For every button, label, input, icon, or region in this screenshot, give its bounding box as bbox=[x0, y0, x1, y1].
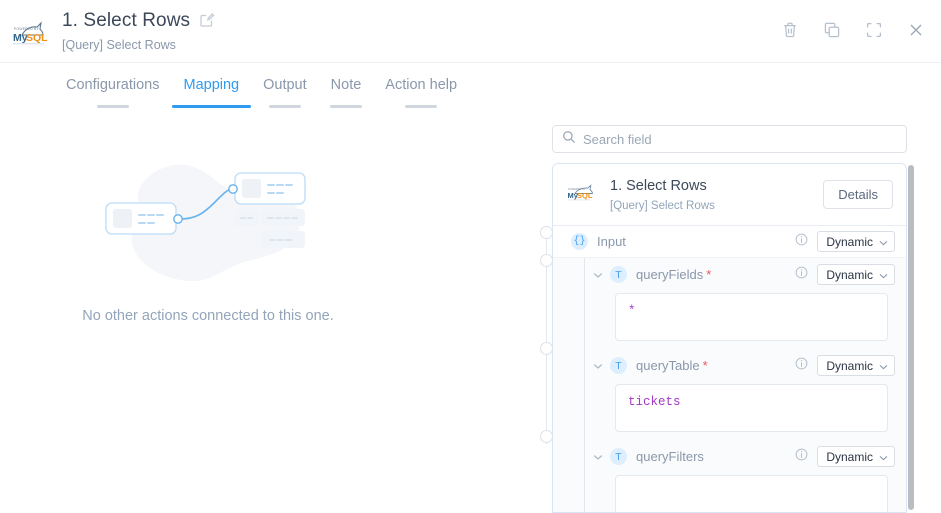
tab-label: Configurations bbox=[66, 77, 160, 93]
field-value-editor[interactable]: * bbox=[615, 293, 888, 341]
svg-text:POWERED BY: POWERED BY bbox=[14, 27, 40, 31]
tab-label: Mapping bbox=[183, 77, 240, 93]
field-value-editor[interactable] bbox=[615, 475, 888, 512]
delete-button[interactable] bbox=[779, 19, 801, 41]
chevron-down-icon[interactable] bbox=[593, 357, 603, 375]
title-block: 1. Select Rows [Query] Select Rows bbox=[62, 8, 215, 53]
field-mode-select[interactable]: Dynamic bbox=[817, 446, 895, 467]
fullscreen-button[interactable] bbox=[863, 19, 885, 41]
header: POWERED BY My SQL 1. Select Rows [Query]… bbox=[0, 0, 941, 62]
connector-dot-field-2[interactable] bbox=[540, 430, 553, 443]
tab-underline bbox=[405, 105, 438, 108]
field-row: TqueryFields * Dynamic * bbox=[571, 258, 906, 341]
page-title: 1. Select Rows bbox=[62, 10, 191, 31]
object-type-icon: {} bbox=[571, 233, 588, 250]
text-type-icon: T bbox=[610, 266, 627, 283]
action-field-card: POWERED BY My SQL 1. Select Rows [Query]… bbox=[552, 163, 907, 513]
field-mode-value: Dynamic bbox=[826, 449, 873, 464]
tab-note[interactable]: Note bbox=[319, 63, 374, 108]
duplicate-button[interactable] bbox=[821, 19, 843, 41]
input-mode-select[interactable]: Dynamic bbox=[817, 231, 895, 252]
svg-text:SQL: SQL bbox=[577, 191, 593, 200]
chevron-down-icon bbox=[879, 359, 888, 373]
connector-dot-field-0[interactable] bbox=[540, 254, 553, 267]
field-mode-value: Dynamic bbox=[826, 267, 873, 282]
tab-label: Output bbox=[263, 77, 307, 93]
required-marker: * bbox=[706, 267, 712, 282]
input-root-row[interactable]: {} Input Dynamic bbox=[553, 226, 906, 258]
field-label: queryTable bbox=[636, 358, 700, 373]
field-row: TqueryFilters Dynamic bbox=[571, 440, 906, 512]
field-mode-value: Dynamic bbox=[826, 358, 873, 373]
tab-output[interactable]: Output bbox=[251, 63, 319, 108]
page-subtitle: [Query] Select Rows bbox=[62, 38, 176, 52]
input-root-label: Input bbox=[597, 234, 626, 249]
text-type-icon: T bbox=[610, 448, 627, 465]
search-icon bbox=[562, 130, 576, 149]
tab-configurations[interactable]: Configurations bbox=[54, 63, 172, 108]
chevron-down-icon[interactable] bbox=[593, 266, 603, 284]
field-mode-select[interactable]: Dynamic bbox=[817, 264, 895, 285]
close-button[interactable] bbox=[905, 19, 927, 41]
flow-canvas: No other actions connected to this one. bbox=[0, 111, 540, 513]
search-field-box[interactable] bbox=[552, 125, 907, 153]
tab-bar: Configurations Mapping Output Note Action he… bbox=[0, 62, 941, 111]
field-list: TqueryFields * Dynamic * TqueryTable * Dynamic… bbox=[553, 258, 906, 512]
text-type-icon: T bbox=[610, 357, 627, 374]
svg-text:SQL: SQL bbox=[26, 32, 48, 44]
tab-underline bbox=[329, 105, 362, 108]
search-input[interactable] bbox=[583, 127, 893, 151]
chevron-down-icon[interactable] bbox=[593, 448, 603, 466]
tab-underline bbox=[96, 105, 129, 108]
field-value-editor[interactable]: tickets bbox=[615, 384, 888, 432]
connected-actions-placeholder-illustration bbox=[96, 151, 326, 306]
panel-scrollbar[interactable] bbox=[908, 165, 914, 510]
details-button[interactable]: Details bbox=[823, 180, 893, 209]
info-icon[interactable] bbox=[795, 448, 808, 466]
info-icon[interactable] bbox=[795, 233, 808, 251]
info-icon[interactable] bbox=[795, 357, 808, 375]
edit-pencil-icon[interactable] bbox=[199, 12, 215, 33]
tab-label: Action help bbox=[385, 77, 458, 93]
card-subtitle: [Query] Select Rows bbox=[610, 199, 715, 212]
input-mode-value: Dynamic bbox=[826, 234, 873, 249]
mysql-logo: POWERED BY My SQL bbox=[566, 181, 600, 208]
chevron-down-icon bbox=[879, 235, 888, 249]
tab-label: Note bbox=[330, 77, 362, 93]
field-rows: {} Input Dynamic T queryFields * Dynamic… bbox=[553, 226, 906, 512]
chevron-down-icon bbox=[879, 268, 888, 282]
tab-action-help[interactable]: Action help bbox=[373, 63, 469, 108]
card-title: 1. Select Rows bbox=[610, 177, 707, 194]
chevron-down-icon bbox=[879, 450, 888, 464]
field-label: queryFilters bbox=[636, 449, 704, 464]
action-detail-panel: POWERED BY My SQL 1. Select Rows [Query]… bbox=[0, 0, 941, 513]
field-header[interactable]: TqueryFilters Dynamic bbox=[593, 440, 906, 473]
field-mode-select[interactable]: Dynamic bbox=[817, 355, 895, 376]
header-actions bbox=[779, 19, 927, 41]
field-row: TqueryTable * Dynamic tickets bbox=[571, 349, 906, 432]
info-icon[interactable] bbox=[795, 266, 808, 284]
tab-underline bbox=[171, 105, 252, 108]
field-header[interactable]: TqueryFields * Dynamic bbox=[593, 258, 906, 291]
required-marker: * bbox=[702, 358, 708, 373]
field-label: queryFields bbox=[636, 267, 704, 282]
tab-underline bbox=[268, 105, 301, 108]
field-mapping-pane: POWERED BY My SQL 1. Select Rows [Query]… bbox=[540, 111, 941, 513]
empty-state-message: No other actions connected to this one. bbox=[82, 308, 334, 324]
field-header[interactable]: TqueryTable * Dynamic bbox=[593, 349, 906, 382]
connector-dot-field-1[interactable] bbox=[540, 342, 553, 355]
card-header: POWERED BY My SQL 1. Select Rows [Query]… bbox=[553, 164, 906, 226]
tab-mapping[interactable]: Mapping bbox=[171, 63, 252, 108]
mysql-logo: POWERED BY My SQL bbox=[10, 16, 50, 50]
connector-dot-input[interactable] bbox=[540, 226, 553, 239]
